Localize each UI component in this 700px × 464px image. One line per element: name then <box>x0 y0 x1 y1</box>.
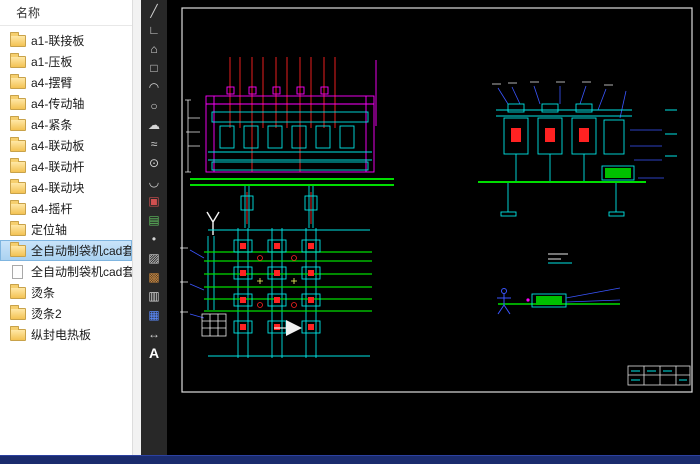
file-name-label: a4-摇杆 <box>31 202 73 216</box>
ellipse-arc-tool-icon[interactable]: ◡ <box>144 175 164 190</box>
file-name-label: 全自动制袋机cad套 <box>31 265 132 279</box>
file-browser-panel: 名称 a1-联接板 a1-压板 a4-摆臂 a4-传动轴 a4-紧条 a4-联动… <box>0 0 132 455</box>
folder-icon <box>10 325 26 341</box>
detail-green-block <box>536 296 562 305</box>
gradient-tool-icon[interactable]: ▩ <box>144 270 164 285</box>
folder-icon <box>10 157 26 173</box>
plan-view-green-lines <box>204 251 372 312</box>
file-list-item[interactable]: a1-压板 <box>0 51 132 72</box>
plan-view-leader-labels <box>180 247 188 313</box>
file-name-label: a4-联动杆 <box>31 160 85 174</box>
file-list-item[interactable]: a4-联动块 <box>0 177 132 198</box>
north-arrow-icon <box>274 320 302 336</box>
line-tool-icon[interactable]: ╱ <box>144 4 164 19</box>
side-view-red-parts <box>511 128 589 142</box>
folder-icon <box>10 73 26 89</box>
make-block-tool-icon[interactable]: ▤ <box>144 213 164 228</box>
file-list-item[interactable]: a4-摇杆 <box>0 198 132 219</box>
mtext-tool-icon[interactable]: A <box>144 346 164 361</box>
table-tool-icon[interactable]: ▦ <box>144 308 164 323</box>
side-view-leader-labels <box>492 81 613 86</box>
file-panel-header: 名称 <box>0 0 132 26</box>
dimension-tool-icon[interactable]: ↔ <box>144 327 164 342</box>
insert-block-tool-icon[interactable]: ▣ <box>144 194 164 209</box>
point-tool-icon[interactable]: • <box>144 232 164 247</box>
title-block <box>627 365 691 386</box>
folder-icon <box>10 115 26 131</box>
polygon-tool-icon[interactable]: ⌂ <box>144 42 164 57</box>
file-name-label: a4-传动轴 <box>31 97 85 111</box>
file-name-label: a1-压板 <box>31 55 73 69</box>
folder-icon <box>10 94 26 110</box>
file-list-item[interactable]: a4-联动杆 <box>0 156 132 177</box>
file-name-label: a4-摆臂 <box>31 76 73 90</box>
front-view-outline <box>205 60 377 173</box>
file-list-item[interactable]: 定位轴 <box>0 219 132 240</box>
front-view-centerlines <box>229 57 336 224</box>
detail-leaders <box>565 287 621 303</box>
folder-icon <box>10 220 26 236</box>
region-tool-icon[interactable]: ▥ <box>144 289 164 304</box>
draw-toolbar: ╱ ∟ ⌂ □ ◠ ○ ☁ ≈ ⊙ ◡ ▣ ▤ • ▨ ▩ ▥ ▦ ↔ A <box>141 0 168 455</box>
file-panel-scrollbar[interactable] <box>132 0 141 455</box>
folder-icon <box>10 304 26 320</box>
file-name-label: a4-紧条 <box>31 118 73 132</box>
front-view-base <box>190 178 394 186</box>
folder-icon <box>10 52 26 68</box>
file-icon <box>12 264 23 279</box>
detail-figure <box>497 288 511 315</box>
file-list-item[interactable]: 全自动制袋机cad套 <box>0 261 132 282</box>
file-list-item[interactable]: 全自动制袋机cad套 <box>0 240 132 261</box>
detail-magenta-dot <box>526 298 530 302</box>
circle-tool-icon[interactable]: ○ <box>144 99 164 114</box>
file-name-label: a1-联接板 <box>31 34 85 48</box>
file-name-label: 全自动制袋机cad套 <box>31 244 132 258</box>
file-name-label: 烫条 <box>31 286 56 300</box>
file-list-item[interactable]: a4-传动轴 <box>0 93 132 114</box>
drawing-canvas[interactable] <box>168 0 700 455</box>
detail-note-marks <box>548 253 568 260</box>
front-view-dimensions <box>185 99 200 173</box>
ucs-icon <box>206 211 220 235</box>
mini-table <box>201 313 227 337</box>
ellipse-tool-icon[interactable]: ⊙ <box>144 156 164 171</box>
folder-icon <box>10 31 26 47</box>
file-name-label: 定位轴 <box>31 223 68 237</box>
file-name-label: a4-联动板 <box>31 139 85 153</box>
file-list-item[interactable]: 烫条2 <box>0 303 132 324</box>
plan-view-frame <box>207 228 370 358</box>
revision-cloud-tool-icon[interactable]: ☁ <box>144 118 164 133</box>
file-name-label: 纵封电热板 <box>31 328 92 342</box>
folder-icon <box>10 136 26 152</box>
arc-tool-icon[interactable]: ◠ <box>144 80 164 95</box>
file-list-item[interactable]: a4-紧条 <box>0 114 132 135</box>
file-list-item[interactable]: a4-联动板 <box>0 135 132 156</box>
folder-icon <box>10 283 26 299</box>
cad-drawing <box>180 7 693 393</box>
file-name-label: 烫条2 <box>31 307 62 321</box>
side-view-green-block <box>605 168 631 178</box>
file-list-item[interactable]: 烫条 <box>0 282 132 303</box>
cad-app-window: 名称 a1-联接板 a1-压板 a4-摆臂 a4-传动轴 a4-紧条 a4-联动… <box>0 0 700 455</box>
front-view-parts <box>208 111 372 228</box>
title-block-text-marks <box>631 370 687 381</box>
folder-icon <box>10 241 26 257</box>
taskbar-strip <box>0 455 700 464</box>
file-list: a1-联接板 a1-压板 a4-摆臂 a4-传动轴 a4-紧条 a4-联动板 a… <box>0 26 132 345</box>
rectangle-tool-icon[interactable]: □ <box>144 61 164 76</box>
file-list-item[interactable]: a4-摆臂 <box>0 72 132 93</box>
plan-view-leaders <box>189 249 205 319</box>
hatch-tool-icon[interactable]: ▨ <box>144 251 164 266</box>
file-name-label: a4-联动块 <box>31 181 85 195</box>
folder-icon <box>10 199 26 215</box>
polyline-tool-icon[interactable]: ∟ <box>144 23 164 38</box>
sheet-border <box>181 7 693 393</box>
file-list-item[interactable]: a1-联接板 <box>0 30 132 51</box>
file-list-item[interactable]: 纵封电热板 <box>0 324 132 345</box>
spline-tool-icon[interactable]: ≈ <box>144 137 164 152</box>
name-column-header[interactable]: 名称 <box>16 6 40 20</box>
folder-icon <box>10 178 26 194</box>
